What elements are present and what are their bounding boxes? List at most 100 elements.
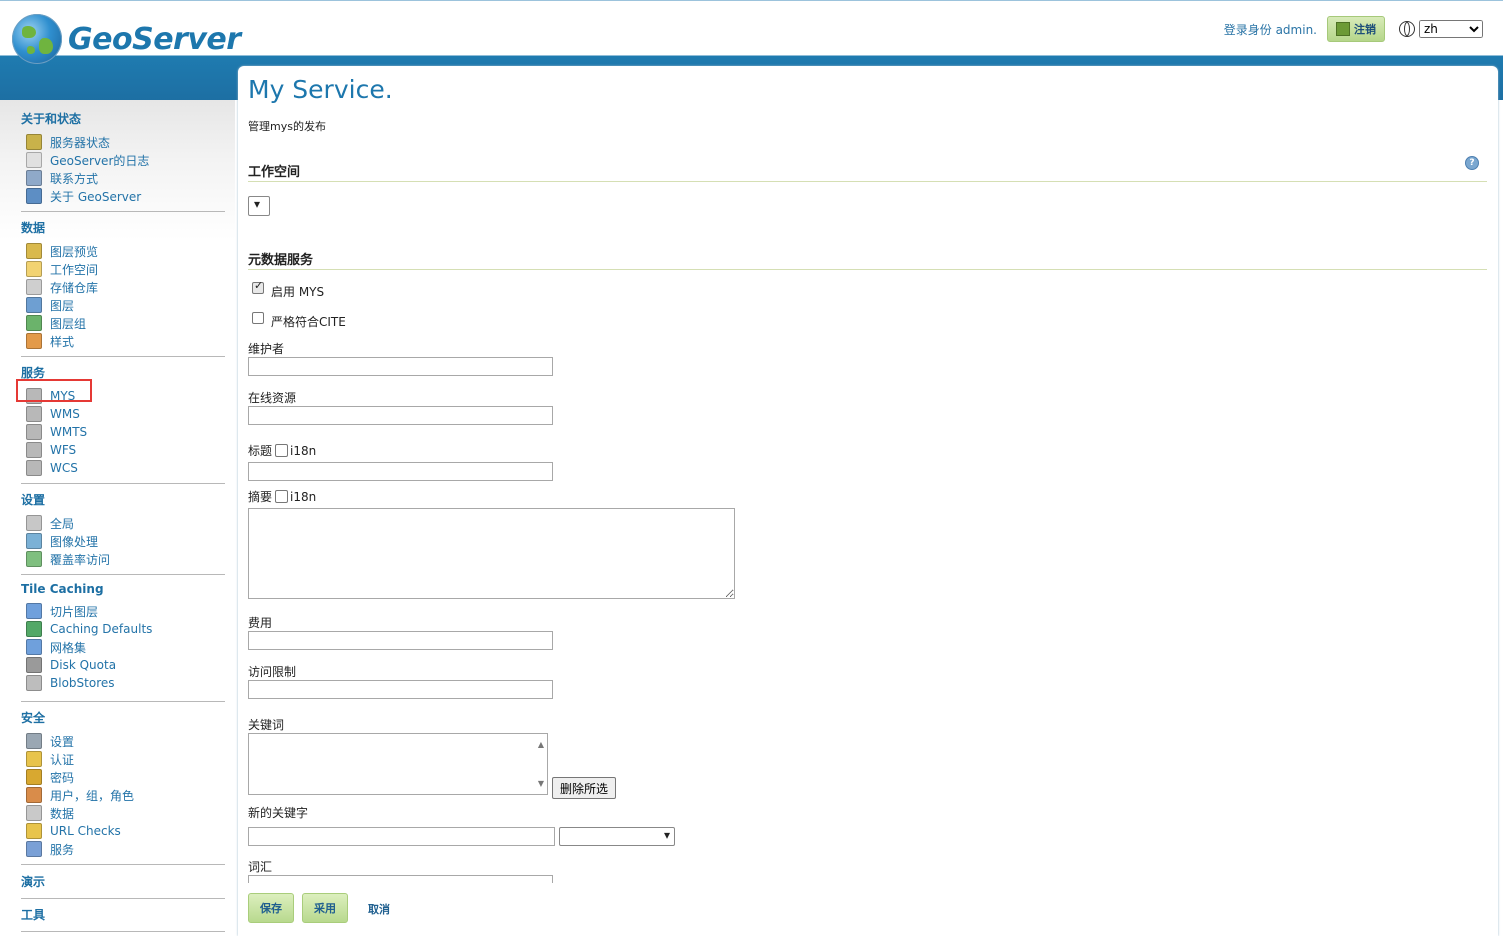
abstract-textarea[interactable] — [248, 508, 735, 599]
page-title: My Service. — [248, 75, 393, 104]
sidebar-group: 安全设置 认证密码 用户，组，角色 数据 URL Checks 服务 — [21, 709, 225, 865]
sidebar-item[interactable]: WFS — [21, 441, 225, 459]
vocabulary-input[interactable] — [248, 875, 553, 883]
sidebar-group-title[interactable]: 设置 — [21, 491, 225, 508]
sidebar-group: 数据图层预览 工作空间存储仓库图层图层组样式 — [21, 219, 225, 357]
language-select[interactable]: zh — [1419, 20, 1483, 38]
sidebar-item[interactable]: 样式 — [21, 332, 225, 350]
sidebar-item-label: 图层 — [50, 298, 75, 313]
sidebar-item[interactable]: 图层预览 — [21, 242, 225, 260]
sidebar-item[interactable]: 密码 — [21, 768, 225, 786]
sidebar-group-title[interactable]: 关于和状态 — [21, 110, 225, 127]
help-icon[interactable]: ? — [1465, 156, 1479, 170]
sidebar-item[interactable]: URL Checks — [21, 822, 225, 840]
cancel-link[interactable]: 取消 — [368, 901, 390, 917]
sidebar-group-title[interactable]: Tile Caching — [21, 582, 225, 596]
sidebar-item-label: 图层预览 — [50, 244, 99, 259]
sidebar-item-label: 图层组 — [50, 316, 87, 331]
sidebar-item[interactable]: WCS — [21, 459, 225, 477]
sidebar-item[interactable]: 数据 — [21, 804, 225, 822]
sidebar-item[interactable]: 图层 — [21, 296, 225, 314]
sidebar-divider — [21, 701, 225, 702]
maintainer-input[interactable] — [248, 357, 553, 376]
sidebar-item[interactable]: 覆盖率访问 — [21, 550, 225, 568]
abstract-i18n-checkbox[interactable] — [275, 490, 289, 503]
title-i18n-checkbox[interactable] — [275, 444, 289, 457]
sidebar-group-title[interactable]: 工具 — [21, 906, 225, 923]
sidebar-item-label: 样式 — [50, 334, 75, 349]
sidebar-item[interactable]: Disk Quota — [21, 656, 225, 674]
scroll-up-icon[interactable]: ▲ — [538, 740, 544, 749]
sidebar-item[interactable]: 图像处理 — [21, 532, 225, 550]
sidebar-item[interactable]: 全局 — [21, 514, 225, 532]
style-icon — [26, 333, 42, 349]
enable-mys-checkbox[interactable] — [252, 279, 264, 294]
sidebar-item[interactable]: 网格集 — [21, 638, 225, 656]
sidebar-item[interactable]: 用户，组，角色 — [21, 786, 225, 804]
sidebar-item[interactable]: 工作空间 — [21, 260, 225, 278]
sidebar-group-title[interactable]: 安全 — [21, 709, 225, 726]
new-keyword-label: 新的关键字 — [248, 806, 309, 820]
layer-preview-icon — [26, 243, 42, 259]
sidebar-item[interactable]: WMTS — [21, 423, 225, 441]
store-icon — [26, 279, 42, 295]
sidebar-item[interactable]: 服务 — [21, 840, 225, 858]
title-input[interactable] — [248, 462, 553, 481]
save-button[interactable]: 保存 — [248, 893, 294, 923]
sidebar-item[interactable]: 存储仓库 — [21, 278, 225, 296]
new-keyword-input[interactable] — [248, 827, 555, 846]
brand-name: GeoServer — [68, 21, 241, 57]
sidebar-item-label: 密码 — [50, 770, 75, 785]
keywords-scrollbar[interactable]: ▲ ▼ — [533, 734, 547, 794]
sidebar-divider — [21, 356, 225, 357]
sidebar-item-label: 全局 — [50, 516, 75, 531]
metadata-section-title: 元数据服务 — [248, 253, 314, 268]
enable-mys-label: 启用 MYS — [271, 285, 325, 299]
logout-button[interactable]: 注销 — [1327, 16, 1385, 42]
apply-button[interactable]: 采用 — [302, 893, 348, 923]
disk-quota-icon — [26, 657, 42, 673]
fees-label: 费用 — [248, 616, 273, 630]
vocabulary-select[interactable] — [559, 827, 675, 846]
cite-checkbox[interactable] — [252, 312, 264, 324]
sidebar-item[interactable]: 设置 — [21, 732, 225, 750]
geoserver-logo[interactable]: GeoServer — [12, 12, 241, 66]
logout-label: 注销 — [1354, 23, 1376, 36]
abstract-label-row: 摘要 i18n — [248, 488, 316, 505]
blobstore-icon — [26, 675, 42, 691]
user-box: 登录身份 admin. 注销 zh — [1224, 16, 1483, 42]
online-resource-input[interactable] — [248, 406, 553, 425]
sidebar-item[interactable]: 服务器状态 — [21, 133, 225, 151]
sidebar-item[interactable]: 切片图层 — [21, 602, 225, 620]
access-constraints-input[interactable] — [248, 680, 553, 699]
sidebar-item-label: 服务器状态 — [50, 135, 111, 150]
keywords-list[interactable]: ▲ ▼ — [248, 733, 548, 795]
folder-icon — [26, 261, 42, 277]
service-icon — [26, 460, 42, 476]
sidebar-item[interactable]: WMS — [21, 405, 225, 423]
cite-label: 严格符合CITE — [271, 315, 346, 329]
sidebar-item[interactable]: BlobStores — [21, 674, 225, 692]
fees-input[interactable] — [248, 631, 553, 650]
section-divider — [248, 269, 1487, 270]
sidebar-item-label: BlobStores — [50, 676, 115, 690]
sidebar-item[interactable]: 认证 — [21, 750, 225, 768]
sidebar-item-label: WMS — [50, 407, 80, 421]
sidebar-item[interactable]: Caching Defaults — [21, 620, 225, 638]
sidebar-group-title[interactable]: 演示 — [21, 873, 225, 890]
sidebar-item[interactable]: 图层组 — [21, 314, 225, 332]
scroll-down-icon[interactable]: ▼ — [538, 779, 544, 788]
shield-icon — [26, 751, 42, 767]
delete-selected-button[interactable]: 删除所选 — [552, 777, 617, 799]
sidebar-item[interactable]: 关于 GeoServer — [21, 187, 225, 205]
sidebar-item-label: WCS — [50, 461, 78, 475]
sidebar-item[interactable]: 联系方式 — [21, 169, 225, 187]
sidebar-item[interactable]: GeoServer的日志 — [21, 151, 225, 169]
sidebar-item-label: 图像处理 — [50, 534, 99, 549]
top-border — [0, 0, 1503, 1]
sidebar-item-label: 存储仓库 — [50, 280, 99, 295]
sidebar-group-title[interactable]: 数据 — [21, 219, 225, 236]
logout-icon — [1336, 22, 1350, 36]
key-icon — [26, 733, 42, 749]
workspace-select[interactable] — [248, 196, 270, 216]
